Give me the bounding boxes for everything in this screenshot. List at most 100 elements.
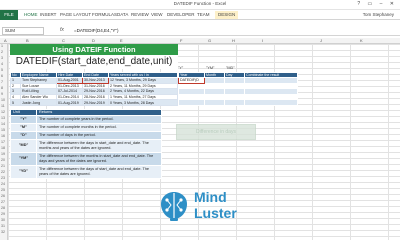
- table-row: "MD" The difference between the days in s…: [10, 138, 162, 153]
- unit-key[interactable]: "MD": [226, 66, 235, 70]
- row-header-label[interactable]: 19: [1, 152, 5, 156]
- column-header-label[interactable]: C: [62, 38, 65, 43]
- table-cell[interactable]: [204, 99, 225, 106]
- column-header-label[interactable]: I: [262, 38, 263, 43]
- tab-design[interactable]: DESIGN: [215, 11, 239, 19]
- user-name[interactable]: Tom Stephaney: [363, 12, 394, 17]
- unit-keys-row: "Y" "YM" "MD": [178, 66, 298, 71]
- tab-page-layout[interactable]: PAGE LAYOUT: [60, 12, 91, 17]
- column-header-label[interactable]: E: [120, 38, 123, 43]
- row-header-label[interactable]: 16: [1, 134, 5, 138]
- unit-key[interactable]: "YM": [206, 66, 214, 70]
- logo-text-line1: Mind: [194, 189, 227, 205]
- row-header-label[interactable]: 21: [1, 164, 5, 168]
- table-cell[interactable]: 29-Nov-2016: [82, 88, 109, 95]
- row-header-label[interactable]: 23: [1, 176, 5, 180]
- row-header-label[interactable]: 25: [1, 188, 5, 192]
- name-box[interactable]: SUM: [2, 27, 44, 35]
- table-cell[interactable]: 30-Nov-2013: [82, 77, 109, 84]
- tab-home[interactable]: HOME: [24, 12, 38, 17]
- row-header-label[interactable]: 7: [1, 80, 3, 84]
- unit-description[interactable]: The difference between the days in start…: [36, 138, 162, 153]
- tab-insert[interactable]: INSERT: [40, 12, 56, 17]
- table-cell[interactable]: 01-Aug-2001: [56, 77, 83, 84]
- row-header-label[interactable]: 28: [1, 206, 5, 210]
- tab-data[interactable]: DATA: [117, 12, 128, 17]
- unit-description[interactable]: The difference between the days of start…: [36, 164, 162, 179]
- faded-shape: Difference in days: [176, 124, 256, 140]
- column-header-label[interactable]: J: [320, 38, 322, 43]
- row-header-label[interactable]: 6: [1, 74, 3, 78]
- table-cell[interactable]: [178, 99, 205, 106]
- row-header-label[interactable]: 13: [1, 116, 5, 120]
- table-row: "D" The number of days in the period.: [10, 130, 162, 140]
- row-header-label[interactable]: 32: [1, 230, 5, 234]
- tab-review[interactable]: REVIEW: [131, 12, 149, 17]
- row-header-label[interactable]: 27: [1, 200, 5, 204]
- table-cell[interactable]: 01-Dec-2014: [56, 93, 83, 101]
- tab-formulas[interactable]: FORMULAS: [92, 12, 117, 17]
- column-header-label[interactable]: H: [232, 38, 235, 43]
- tab-file[interactable]: FILE: [0, 10, 18, 20]
- column-header-label[interactable]: B: [26, 38, 29, 43]
- unit-code[interactable]: "YD": [10, 164, 37, 179]
- unit-code[interactable]: "YM": [10, 151, 37, 166]
- table-cell[interactable]: 31-Nov-2016: [82, 82, 109, 90]
- column-header-label[interactable]: K: [360, 38, 363, 43]
- unit-description[interactable]: The number of days in the period.: [36, 130, 162, 140]
- excel-window: DATEDIF Function - Excel ? ▭ – ✕ FILE HO…: [0, 0, 400, 240]
- row-header-label[interactable]: 4: [1, 62, 3, 66]
- table-cell[interactable]: 01-Aug-2019: [56, 99, 83, 106]
- unit-code[interactable]: "MD": [10, 138, 37, 153]
- row-header-label[interactable]: 5: [1, 68, 3, 72]
- row-header-label[interactable]: 9: [1, 92, 3, 96]
- row-header-label[interactable]: 24: [1, 182, 5, 186]
- unit-code[interactable]: "M": [10, 122, 37, 132]
- row-header-label[interactable]: 17: [1, 140, 5, 144]
- table-cell[interactable]: 29-Nov-2019: [82, 99, 109, 106]
- row-header-label[interactable]: 18: [1, 146, 5, 150]
- syntax-label: DATEDIF(start_date,end_date,unit): [10, 55, 178, 69]
- table-cell[interactable]: [244, 99, 298, 106]
- column-header-label[interactable]: F: [180, 38, 182, 43]
- table-row: "YD" The difference between the days of s…: [10, 164, 162, 179]
- row-header-label[interactable]: 3: [1, 56, 3, 60]
- unit-description[interactable]: The difference between the months in sta…: [36, 151, 162, 166]
- tab-team[interactable]: TEAM: [197, 12, 210, 17]
- table-cell[interactable]: [224, 99, 245, 106]
- row-header-label[interactable]: 10: [1, 98, 5, 102]
- row-header-label[interactable]: 1: [1, 44, 3, 48]
- row-header-label[interactable]: 20: [1, 158, 5, 162]
- row-header-label[interactable]: 2: [1, 50, 3, 54]
- table-cell[interactable]: 0 Years, 3 Months, 28 Days: [108, 99, 178, 106]
- column-header-label[interactable]: A: [4, 38, 7, 43]
- unit-description[interactable]: The number of complete years in the peri…: [36, 114, 162, 124]
- unit-code[interactable]: "Y": [10, 114, 37, 124]
- column-header-label[interactable]: D: [92, 38, 95, 43]
- row-header-label[interactable]: 14: [1, 122, 5, 126]
- row-header-label[interactable]: 11: [1, 104, 5, 108]
- fx-icon[interactable]: fx: [60, 27, 64, 33]
- row-header-label[interactable]: 31: [1, 224, 5, 228]
- row-header-label[interactable]: 22: [1, 170, 5, 174]
- unit-description[interactable]: The number of complete months in the per…: [36, 122, 162, 132]
- column-header-label[interactable]: G: [208, 38, 211, 43]
- window-controls[interactable]: ? ▭ – ✕: [357, 1, 397, 7]
- row-header-label[interactable]: 30: [1, 218, 5, 222]
- unit-code[interactable]: "D": [10, 130, 37, 140]
- row-header-label[interactable]: 15: [1, 128, 5, 132]
- row-headers: 1 2 3 4 5 6 7 8 9 10 11 12 13 14 15 16 17 18 19 20 21 22 23 24 2…: [0, 44, 8, 240]
- table-cell[interactable]: 28-Nov-2016: [82, 93, 109, 101]
- row-header-label[interactable]: 26: [1, 194, 5, 198]
- title-bar: DATEDIF Function - Excel ? ▭ – ✕: [0, 0, 400, 15]
- row-header-label[interactable]: 29: [1, 212, 5, 216]
- table-cell[interactable]: 5: [10, 99, 21, 106]
- table-cell[interactable]: Justin Jong: [20, 99, 57, 106]
- row-header-label[interactable]: 8: [1, 86, 3, 90]
- unit-key[interactable]: "Y": [178, 66, 183, 70]
- tab-developer[interactable]: DEVELOPER: [167, 12, 195, 17]
- table-cell[interactable]: 01-Dec-2013: [56, 82, 83, 90]
- formula-input[interactable]: =DATEDIF(D4,E4,"Y"): [74, 28, 119, 33]
- tab-view[interactable]: VIEW: [151, 12, 163, 17]
- row-header-label[interactable]: 12: [1, 110, 5, 114]
